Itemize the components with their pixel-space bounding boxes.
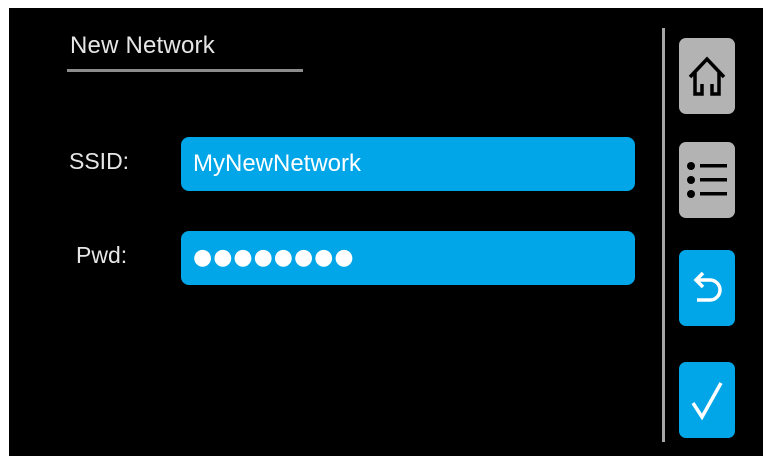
home-button[interactable] bbox=[679, 38, 735, 114]
page-title: New Network bbox=[70, 32, 215, 59]
confirm-button[interactable] bbox=[679, 362, 735, 438]
back-button[interactable] bbox=[679, 250, 735, 326]
password-field[interactable]: ●●●●●●●● bbox=[181, 231, 635, 285]
network-settings-screen: New Network SSID: MyNewNetwork Pwd: ●●●●… bbox=[9, 8, 763, 456]
password-value: ●●●●●●●● bbox=[193, 245, 355, 270]
ssid-label: SSID: bbox=[69, 148, 130, 174]
menu-button[interactable] bbox=[679, 142, 735, 218]
home-icon bbox=[686, 54, 728, 98]
ssid-value: MyNewNetwork bbox=[193, 150, 362, 177]
checkmark-icon bbox=[687, 377, 727, 423]
password-label: Pwd: bbox=[76, 242, 128, 268]
back-arrow-icon bbox=[687, 268, 727, 308]
menu-list-icon bbox=[685, 157, 729, 203]
sidebar-divider bbox=[662, 28, 665, 442]
ssid-field[interactable]: MyNewNetwork bbox=[181, 137, 635, 191]
title-underline bbox=[67, 69, 303, 72]
